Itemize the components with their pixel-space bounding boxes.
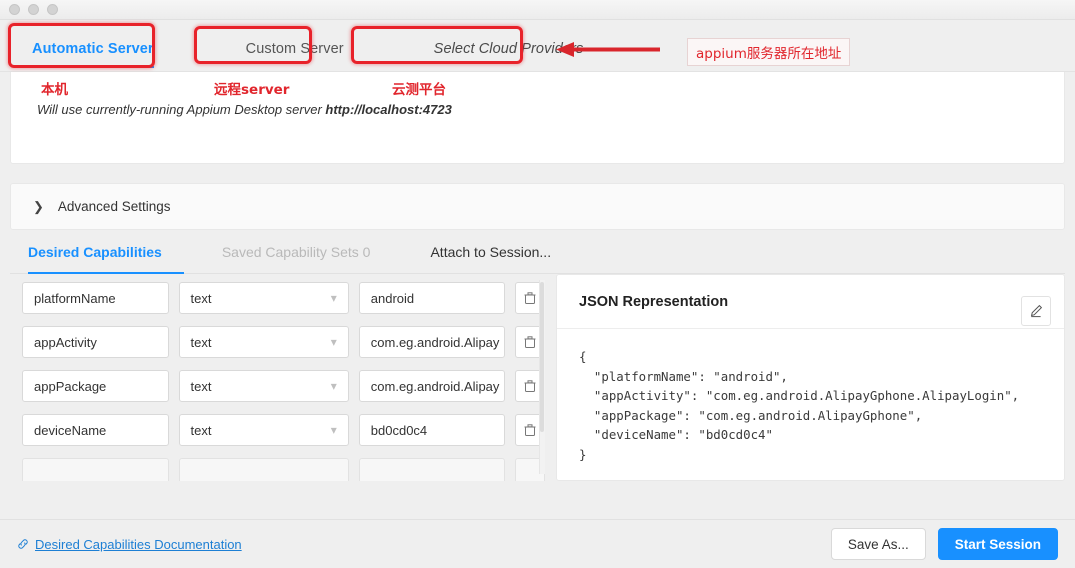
table-row: appActivity text ▾ com.eg.android.Alipay	[10, 326, 545, 370]
annotation-box-select-cloud-providers	[351, 26, 523, 64]
table-row-partial	[10, 458, 545, 481]
chevron-down-icon: ▾	[330, 379, 337, 393]
capability-value-input[interactable]: bd0cd0c4	[358, 414, 506, 446]
capability-type-select[interactable]: text ▾	[178, 414, 349, 446]
server-tab-strip: Automatic Server Custom Server Select Cl…	[0, 20, 1075, 72]
capability-type-select[interactable]: text ▾	[178, 326, 349, 358]
capability-value-input[interactable]: com.eg.android.Alipay	[358, 370, 506, 402]
start-session-button[interactable]: Start Session	[937, 528, 1058, 560]
capabilities-scrollbar-thumb[interactable]	[540, 282, 544, 432]
json-representation-panel: JSON Representation { "platformName": "a…	[556, 274, 1065, 481]
save-as-button[interactable]: Save As...	[830, 528, 926, 560]
table-row: platformName text ▾ android	[10, 282, 545, 326]
tab-desired-capabilities[interactable]: Desired Capabilities	[28, 244, 162, 260]
tab-saved-capability-sets[interactable]: Saved Capability Sets 0	[222, 244, 371, 260]
capability-value-input[interactable]: android	[358, 282, 506, 314]
tab-attach-to-session[interactable]: Attach to Session...	[430, 244, 551, 260]
capability-value-input[interactable]: com.eg.android.Alipay	[358, 326, 506, 358]
server-config-panel: Will use currently-running Appium Deskto…	[10, 72, 1065, 164]
server-url: http://localhost:4723	[325, 102, 452, 117]
json-panel-title: JSON Representation	[557, 275, 1064, 329]
capability-type-select[interactable]: text ▾	[178, 282, 349, 314]
capability-tab-bar: Desired Capabilities Saved Capability Se…	[10, 230, 1065, 274]
capability-type-value: text	[190, 422, 212, 438]
capability-name-input[interactable]	[22, 458, 169, 481]
window-titlebar	[0, 0, 1075, 20]
annotation-label-server-address: appium服务器所在地址	[687, 38, 851, 66]
server-description: Will use currently-running Appium Deskto…	[11, 72, 1064, 117]
chevron-right-icon: ❯	[33, 198, 44, 214]
pencil-icon	[1030, 304, 1043, 318]
capability-name-input[interactable]: deviceName	[22, 414, 169, 446]
trash-icon	[524, 335, 536, 348]
link-icon	[18, 539, 28, 549]
footer-bar: Desired Capabilities Documentation Save …	[0, 519, 1075, 568]
capability-type-value: text	[190, 290, 212, 306]
table-row: deviceName text ▾ bd0cd0c4	[10, 414, 545, 458]
capabilities-editor: platformName text ▾ android appActivity …	[10, 274, 545, 481]
edit-json-button[interactable]	[1021, 296, 1051, 326]
annotation-box-automatic-server	[8, 23, 155, 68]
trash-icon	[524, 379, 536, 392]
close-button[interactable]	[9, 4, 20, 15]
annotation-box-custom-server	[194, 26, 312, 64]
capability-value-input[interactable]	[358, 458, 506, 481]
capability-type-value: text	[190, 378, 212, 394]
capability-name-input[interactable]: platformName	[22, 282, 169, 314]
capability-type-select[interactable]: text ▾	[178, 370, 349, 402]
server-description-text: Will use currently-running Appium Deskto…	[37, 102, 326, 117]
json-panel-content: { "platformName": "android", "appActivit…	[579, 349, 1020, 462]
capability-name-input[interactable]: appPackage	[22, 370, 169, 402]
chevron-down-icon: ▾	[330, 335, 337, 349]
capability-type-select[interactable]	[178, 458, 349, 481]
advanced-settings-label: Advanced Settings	[57, 199, 171, 214]
advanced-settings-row[interactable]: ❯ Advanced Settings	[10, 183, 1065, 230]
zoom-button[interactable]	[47, 4, 58, 15]
annotation-label-cloud: 云测平台	[392, 82, 446, 98]
main-content: platformName text ▾ android appActivity …	[10, 274, 1065, 481]
capability-type-value: text	[190, 334, 212, 350]
annotation-arrow-left	[556, 42, 660, 57]
doc-link-label: Desired Capabilities Documentation	[35, 536, 242, 552]
annotation-label-local: 本机	[41, 82, 68, 98]
chevron-down-icon: ▾	[330, 423, 337, 437]
capability-name-input[interactable]: appActivity	[22, 326, 169, 358]
desired-capabilities-documentation-link[interactable]: Desired Capabilities Documentation	[17, 537, 242, 552]
annotation-label-remote: 远程server	[214, 82, 290, 98]
trash-icon	[524, 291, 536, 304]
trash-icon	[524, 423, 536, 436]
minimize-button[interactable]	[28, 4, 39, 15]
table-row: appPackage text ▾ com.eg.android.Alipay	[10, 370, 545, 414]
chevron-down-icon: ▾	[330, 291, 337, 305]
